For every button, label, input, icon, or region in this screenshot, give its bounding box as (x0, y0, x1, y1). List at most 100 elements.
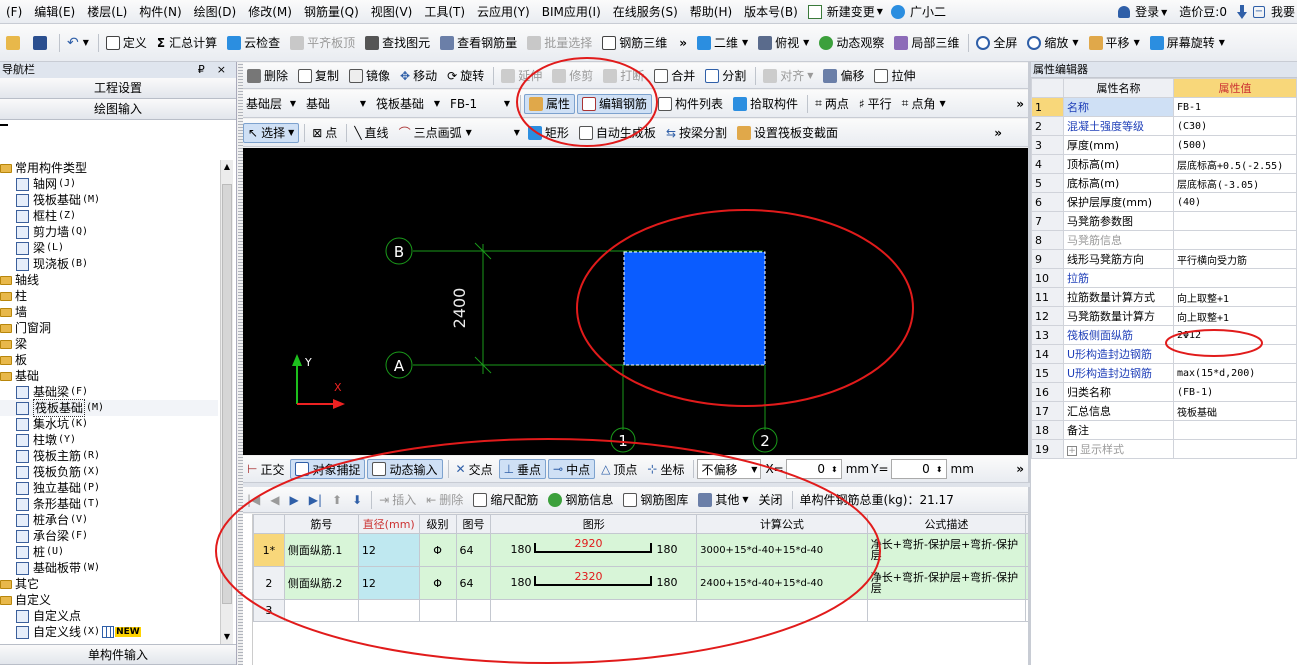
property-value[interactable]: (40) (1173, 192, 1297, 212)
property-value[interactable] (1173, 268, 1297, 288)
property-row[interactable]: 7 马凳筋参数图 (1031, 211, 1297, 231)
more-chevron-icon[interactable]: » (1016, 462, 1024, 476)
rebar-delete-button[interactable]: ⇤ 删除 (422, 490, 467, 510)
cell-diameter[interactable]: 12 (357, 533, 420, 567)
cell-formula[interactable] (696, 599, 868, 622)
tree-leaf[interactable]: 梁 (L) (0, 240, 218, 256)
tree-leaf[interactable]: 现浇板 (B) (0, 256, 218, 272)
zoom-combo[interactable]: 缩放 ▼ (1023, 33, 1082, 53)
property-value[interactable]: (FB-1) (1173, 382, 1297, 402)
local-3d-button[interactable]: 局部三维 (890, 33, 963, 53)
property-value[interactable]: max(15*d,200) (1173, 363, 1297, 383)
menu-item[interactable]: 版本号(B) (738, 1, 804, 23)
insert-button[interactable]: ⇥ 插入 (375, 490, 420, 510)
cell-num[interactable]: 2 (253, 566, 285, 600)
tree-leaf[interactable]: 剪力墙 (Q) (0, 224, 218, 240)
property-row[interactable]: 19 + 显示样式 (1031, 439, 1297, 459)
tree-folder[interactable]: 门窗洞 (0, 320, 218, 336)
top-view-combo[interactable]: 俯视 ▼ (754, 33, 813, 53)
drawing-canvas[interactable]: 2400 B A 1 2 Y X (243, 148, 1028, 455)
download-icon[interactable] (1236, 5, 1247, 19)
menu-item[interactable]: 楼层(L) (81, 1, 133, 23)
set-section-button[interactable]: 设置筏板变截面 (733, 123, 842, 143)
column-header[interactable]: 直径(mm) (357, 514, 420, 534)
cell-diameter[interactable]: 12 (357, 566, 420, 600)
tree-folder[interactable]: 其它 (0, 576, 218, 592)
cell-name[interactable]: 侧面纵筋.2 (283, 566, 359, 600)
rebar-info-button[interactable]: 钢筋信息 (544, 490, 617, 510)
parallel-button[interactable]: ♯ 平行 (855, 94, 896, 114)
property-value[interactable]: 筏板基础 (1173, 401, 1297, 421)
view-2d-combo[interactable]: 二维 ▼ (693, 33, 752, 53)
property-value[interactable] (1173, 230, 1297, 250)
floor-select[interactable]: 基础层 ▼ (243, 94, 299, 114)
new-change-menu[interactable]: 新建变更 ▼ (807, 1, 891, 23)
first-record-button[interactable]: |◀ (243, 490, 264, 510)
next-record-button[interactable]: ▶ (286, 490, 303, 510)
rotate-screen-combo[interactable]: 屏幕旋转 ▼ (1146, 33, 1229, 53)
property-row[interactable]: 17 汇总信息 筏板基础 (1031, 401, 1297, 421)
tree-leaf[interactable]: 自定义点 (0, 608, 218, 624)
property-row[interactable]: 11 拉筋数量计算方式 向上取整+1 (1031, 287, 1297, 307)
property-value[interactable]: 向上取整+1 (1173, 287, 1297, 307)
property-row[interactable]: 4 顶标高(m) 层底标高+0.5(-2.55) (1031, 154, 1297, 174)
align-combo[interactable]: 对齐 ▼ (759, 66, 817, 86)
mirror-button[interactable]: 镜像 (345, 66, 394, 86)
menu-item[interactable]: 绘图(D) (188, 1, 243, 23)
dynamic-view-button[interactable]: 动态观察 (815, 33, 888, 53)
more-chevron-icon[interactable]: » (679, 36, 687, 50)
auto-slab-button[interactable]: 自动生成板 (575, 123, 660, 143)
merge-button[interactable]: 合并 (650, 66, 699, 86)
menu-item[interactable]: 构件(N) (133, 1, 187, 23)
property-value[interactable] (1173, 211, 1297, 231)
close-panel-button[interactable]: 关闭 (755, 490, 787, 510)
column-header[interactable]: 图号 (455, 514, 492, 534)
cell-num[interactable]: 3 (253, 599, 285, 622)
menu-item[interactable]: (F) (0, 1, 28, 23)
menu-item[interactable]: 钢筋量(Q) (298, 1, 365, 23)
expand-icon[interactable]: + (1067, 446, 1077, 456)
define-button[interactable]: 定义 (102, 33, 151, 53)
tree-leaf[interactable]: 基础板带 (W) (0, 560, 218, 576)
cell-formula[interactable]: 2400+15*d-40+15*d-40 (696, 566, 868, 600)
property-row[interactable]: 9 线形马凳筋方向 平行横向受力筋 (1031, 249, 1297, 269)
property-row[interactable]: 2 混凝土强度等级 (C30) (1031, 116, 1297, 136)
drawing-input-button[interactable]: 绘图输入 (0, 99, 236, 120)
tree-folder[interactable]: 柱 (0, 288, 218, 304)
split-by-beam-button[interactable]: ⇆ 按梁分割 (662, 123, 731, 143)
save-button[interactable] (29, 33, 54, 53)
menu-item[interactable]: 云应用(Y) (471, 1, 536, 23)
property-row[interactable]: 3 厚度(mm) (500) (1031, 135, 1297, 155)
type-select[interactable]: 筏板基础 ▼ (373, 94, 443, 114)
element-select[interactable]: FB-1 ▼ (447, 94, 513, 114)
single-input-button[interactable]: 单构件输入 (0, 644, 236, 665)
tree-leaf[interactable]: 柱墩 (Y) (0, 432, 218, 448)
rebar-lib-button[interactable]: 钢筋图库 (619, 490, 692, 510)
tree-folder[interactable]: 轴线 (0, 272, 218, 288)
tree-leaf[interactable]: 基础梁 (F) (0, 384, 218, 400)
tree-leaf[interactable]: 独立基础 (P) (0, 480, 218, 496)
scroll-up-icon[interactable]: ▲ (222, 162, 232, 172)
undo-button[interactable]: ↶ ▼ (63, 33, 93, 53)
splitter-bottom[interactable] (243, 483, 1030, 487)
coordinate-button[interactable]: ⊹ 坐标 (643, 459, 688, 479)
property-value[interactable] (1173, 420, 1297, 440)
split-button[interactable]: 分割 (701, 66, 750, 86)
spin-icon[interactable]: ⬍ (936, 465, 943, 474)
cell-diameter[interactable] (357, 599, 420, 622)
table-row[interactable]: 2 侧面纵筋.2 12 Φ 64 180 2320 180 2400+15*d-40+15*d-… (253, 566, 1029, 600)
tree-folder[interactable]: 板 (0, 352, 218, 368)
point-angle-combo[interactable]: ⌗ 点角 ▼ (898, 94, 950, 114)
menu-item[interactable]: 在线服务(S) (607, 1, 684, 23)
chevron-down-icon[interactable]: ▼ (514, 128, 520, 137)
more-chevron-icon[interactable]: » (994, 126, 1002, 140)
property-value[interactable]: 层底标高(-3.05) (1173, 173, 1297, 193)
cell-name[interactable]: 侧面纵筋.1 (283, 533, 359, 567)
cell-fig[interactable]: 64 (455, 566, 492, 600)
cell-desc[interactable]: 净长+弯折-保护层+弯折-保护层 (866, 566, 1027, 600)
column-header[interactable]: 筋号 (283, 514, 359, 534)
cell-fig[interactable] (455, 599, 492, 622)
login-button[interactable]: 登录 (1133, 1, 1161, 23)
want-button[interactable]: 我要 (1269, 1, 1297, 23)
tree-leaf[interactable]: 轴网 (J) (0, 176, 218, 192)
